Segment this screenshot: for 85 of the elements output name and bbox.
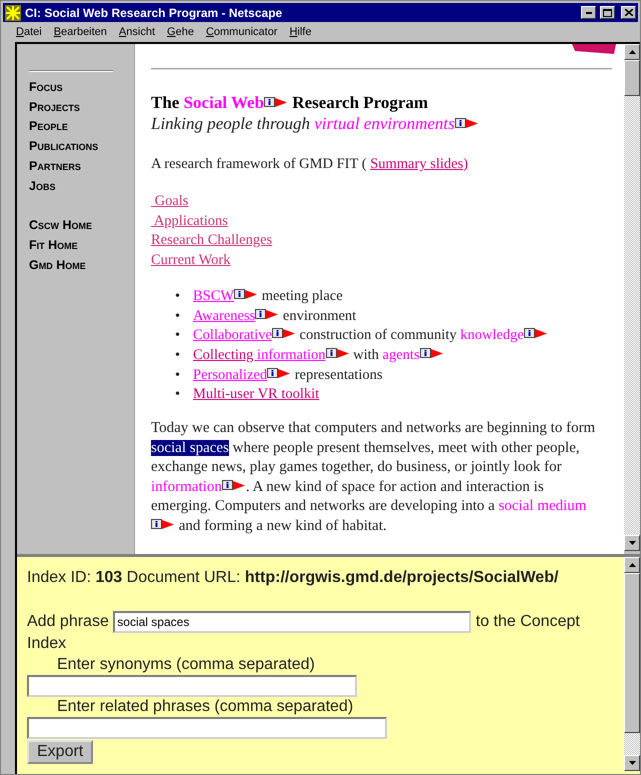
link[interactable]: information: [257, 346, 326, 363]
scrollbar[interactable]: [624, 44, 640, 551]
minimize-icon: [586, 12, 592, 14]
info-arrow-icon[interactable]: [234, 288, 258, 300]
scroll-thumb[interactable]: [624, 60, 640, 96]
menu-item[interactable]: Hilfe: [284, 26, 316, 38]
link[interactable]: Awareness: [193, 308, 256, 324]
bullet: •: [175, 366, 182, 385]
export-button[interactable]: Export: [27, 740, 94, 764]
bullet: •: [175, 346, 182, 365]
body-paragraph: Today we can observe that computers and networks are beginning to form social spaces where people present themselves, meet with other people, exchange news, play games together, do business, or jointly look for information . A new kind of space for action and interaction is emerging. Computers and networks are developing into a social medium and forming a new kind of habitat.: [151, 419, 596, 536]
info-arrow-icon[interactable]: [454, 118, 479, 129]
info-arrow-icon[interactable]: [267, 368, 292, 379]
add-phrase-sentence: Add phrase social spaces to the Concept Index: [27, 611, 612, 655]
bullet: •: [175, 385, 182, 404]
field-label: Enter related phrases (comma separated): [56, 697, 354, 717]
selected-text: social spaces: [151, 440, 229, 456]
scroll-up-icon: [628, 50, 636, 54]
info-arrow-icon[interactable]: [326, 348, 350, 359]
link[interactable]: Multi-user VR toolkit: [193, 386, 320, 402]
list-item-text: Awareness environment: [193, 306, 356, 326]
concept-link[interactable]: Social Web: [184, 93, 264, 112]
scroll-down-icon: [628, 761, 636, 765]
menu-item[interactable]: Ansicht: [114, 26, 160, 38]
logo-graphic: [572, 44, 616, 54]
section-link[interactable]: Research Challenges: [151, 231, 272, 252]
section-link[interactable]: Applications: [151, 212, 228, 232]
page-subtitle: Linking people through virtual environments: [151, 113, 612, 134]
concept-link[interactable]: social medium: [498, 498, 586, 514]
field-label: Enter synonyms (comma separated): [56, 655, 316, 675]
minimize-button[interactable]: [581, 6, 596, 19]
nav-link[interactable]: Projects: [29, 98, 134, 118]
link[interactable]: Collecting: [193, 346, 258, 363]
menu-item[interactable]: Bearbeiten: [48, 26, 112, 38]
info-arrow-icon[interactable]: [264, 97, 288, 108]
scroll-thumb[interactable]: [624, 573, 640, 733]
synonyms-field[interactable]: [27, 675, 357, 697]
info-arrow-icon[interactable]: [255, 308, 280, 320]
link[interactable]: Summary slides): [370, 156, 468, 172]
scrollbar[interactable]: [624, 557, 640, 771]
link[interactable]: BSCW: [193, 288, 234, 304]
nav-link[interactable]: Fit Home: [29, 236, 134, 256]
concept-link[interactable]: knowledge: [460, 327, 524, 344]
nav-link[interactable]: People: [29, 117, 134, 138]
nav-link[interactable]: Publications: [29, 137, 134, 157]
maximize-icon: [603, 8, 612, 16]
window-title: CI: Social Web Research Program - Netscape: [25, 6, 284, 20]
list-item-text: Collecting information with agents: [193, 346, 444, 366]
info-arrow-icon[interactable]: [420, 348, 444, 359]
concept-link[interactable]: agents: [382, 346, 420, 363]
section-link[interactable]: Goals: [151, 192, 188, 212]
list-item-text: Personalized representations: [193, 366, 382, 385]
intro-text: A research framework of GMD FIT ( Summary slides): [151, 155, 470, 174]
close-icon: [624, 9, 632, 16]
related-field[interactable]: [27, 717, 387, 739]
nav-link[interactable]: Jobs: [29, 176, 134, 196]
bullet: •: [175, 306, 182, 326]
index-info: Index ID: 103 Document URL: http://orgwis.gmd.de/projects/SocialWeb/: [27, 569, 560, 587]
nav-link[interactable]: Gmd Home: [29, 256, 134, 276]
bullet: •: [175, 286, 182, 306]
link[interactable]: Personalized: [193, 366, 268, 383]
link[interactable]: Collaborative: [193, 327, 272, 344]
info-arrow-icon[interactable]: [272, 328, 296, 340]
close-button[interactable]: [621, 6, 636, 19]
list-item-text: Collaborative construction of community knowledge: [193, 326, 548, 346]
page-heading: The Social Web Research Program: [151, 92, 430, 113]
nav-link[interactable]: Cscw Home: [29, 216, 134, 236]
menu-item[interactable]: Communicator: [200, 26, 282, 38]
nav-link[interactable]: Partners: [29, 156, 134, 177]
list-item-text: BSCW meeting place: [193, 286, 343, 306]
menu-item[interactable]: Datei: [11, 26, 47, 38]
menu-item[interactable]: Gehe: [162, 26, 199, 38]
info-arrow-icon[interactable]: [524, 328, 548, 340]
info-arrow-icon[interactable]: [151, 518, 175, 530]
info-arrow-icon[interactable]: [222, 480, 246, 491]
scroll-down-icon: [628, 541, 636, 545]
section-link[interactable]: Current Work: [151, 251, 231, 271]
nav-link[interactable]: Focus: [29, 78, 134, 98]
maximize-button[interactable]: [600, 6, 615, 19]
phrase-field[interactable]: social spaces: [113, 611, 472, 633]
bullet: •: [175, 326, 182, 346]
app-icon: [5, 4, 21, 20]
concept-link[interactable]: virtual environments: [314, 114, 455, 133]
scroll-up-icon: [628, 563, 636, 567]
concept-link[interactable]: information: [151, 478, 222, 495]
